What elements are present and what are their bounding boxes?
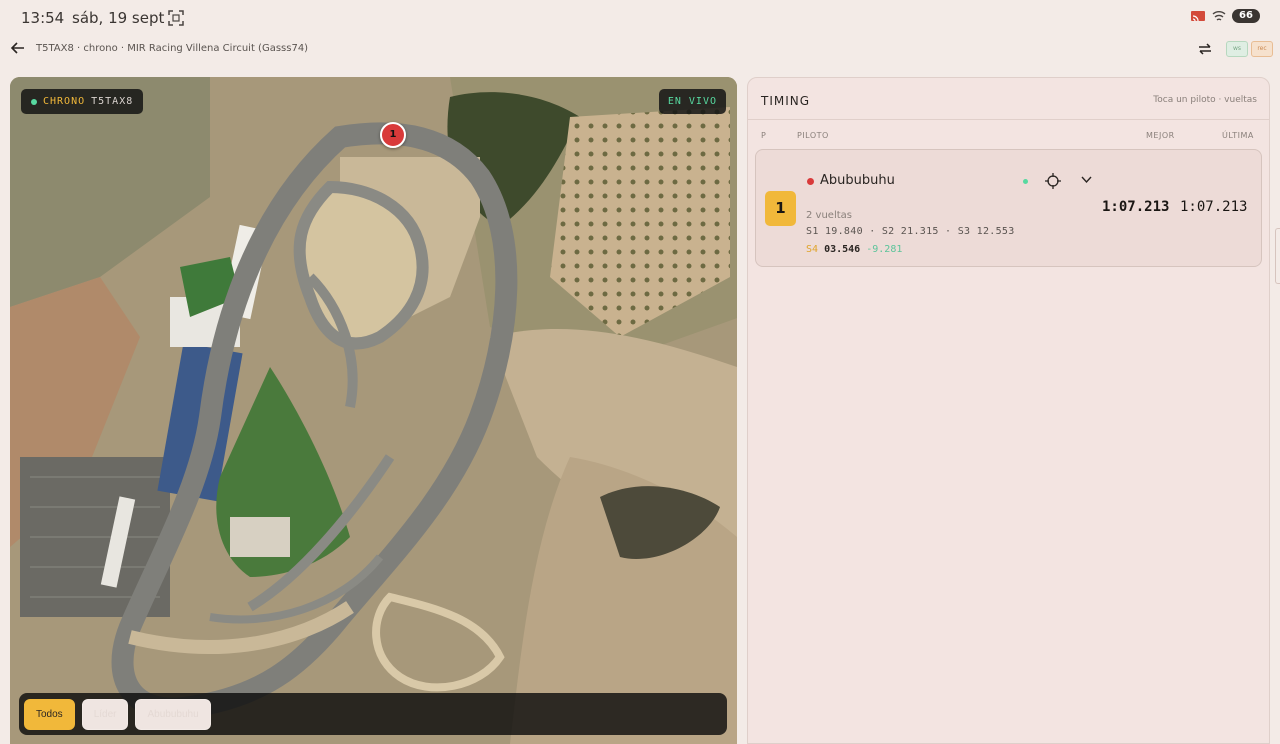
- crosshair-icon[interactable]: [1045, 173, 1061, 189]
- timing-panel: TIMING Toca un piloto · vueltas P PILOTO…: [747, 77, 1270, 744]
- map-filter-bar: Todos Líder Abububuhu: [19, 693, 727, 735]
- column-header-driver: PILOTO: [797, 131, 829, 140]
- session-code: T5TAX8: [91, 96, 134, 107]
- current-sector-label: S4: [806, 244, 819, 255]
- lap-count: 2 vueltas: [806, 210, 852, 221]
- timing-row[interactable]: 1 Abububuhu 2 vueltas S1 19.840 · S2 21.…: [755, 149, 1262, 267]
- side-drawer-handle[interactable]: [1275, 228, 1280, 284]
- column-header-best: MEJOR: [1146, 131, 1175, 140]
- best-lap-time: 1:07.213: [1102, 199, 1170, 215]
- live-indicator-dot: [31, 98, 37, 105]
- timing-title: TIMING: [761, 94, 811, 108]
- filter-all-button[interactable]: Todos: [24, 698, 75, 730]
- filter-leader-button[interactable]: Líder: [81, 698, 129, 730]
- battery-icon: 66: [1232, 9, 1260, 23]
- rec-status-badge: rec: [1251, 41, 1273, 57]
- live-badge: EN VIVO: [658, 89, 726, 114]
- satellite-map[interactable]: [10, 77, 737, 744]
- breadcrumb: T5TAX8 · chrono · MIR Racing Villena Cir…: [36, 43, 309, 54]
- driver-name: Abububuhu: [820, 173, 895, 188]
- current-sector: S4 03.546 -9.281: [806, 244, 902, 255]
- wifi-icon: [1212, 11, 1226, 21]
- kart-marker[interactable]: 1: [380, 122, 406, 148]
- swap-icon[interactable]: [1197, 42, 1213, 56]
- current-sector-time: 03.546: [824, 244, 861, 255]
- timing-hint: Toca un piloto · vueltas: [1153, 95, 1257, 105]
- chrono-label: CHRONO: [43, 96, 86, 107]
- sector-times: S1 19.840 · S2 21.315 · S3 12.553: [806, 226, 1015, 237]
- timing-divider: [748, 119, 1269, 120]
- chevron-down-icon[interactable]: [1081, 176, 1092, 184]
- status-bar: 13:54 sáb, 19 sept 66: [0, 0, 1280, 36]
- ws-status-badge: ws: [1226, 41, 1248, 57]
- current-sector-delta: -9.281: [866, 244, 903, 255]
- map-panel[interactable]: CHRONO T5TAX8 EN VIVO 1 Todos Líder Abub…: [10, 77, 737, 744]
- cast-icon: [1191, 11, 1205, 22]
- position-badge: 1: [765, 191, 796, 226]
- online-status-dot: [1023, 179, 1028, 184]
- last-lap-time: 1:07.213: [1180, 199, 1248, 215]
- column-header-position: P: [761, 131, 767, 140]
- filter-driver-button[interactable]: Abububuhu: [135, 698, 211, 730]
- status-right: 66: [1190, 9, 1260, 23]
- status-date: sáb, 19 sept: [72, 9, 165, 27]
- status-time: 13:54: [21, 9, 65, 27]
- back-arrow-icon[interactable]: [10, 40, 26, 56]
- screen-capture-icon: [168, 10, 184, 26]
- driver-color-dot: [807, 178, 814, 185]
- chrono-badge: CHRONO T5TAX8: [21, 89, 144, 114]
- column-header-last: ÚLTIMA: [1222, 131, 1254, 140]
